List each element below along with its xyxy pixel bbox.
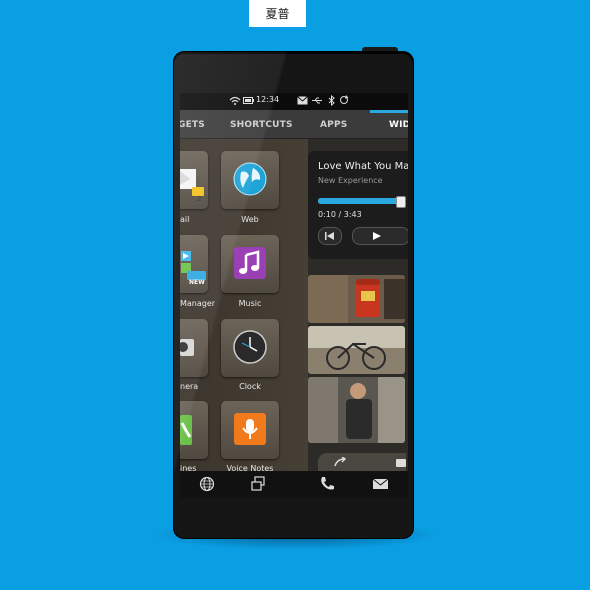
music-subtitle: New Experience xyxy=(318,176,383,185)
battery-icon xyxy=(243,97,254,104)
app-grid: 2 ail Web NEW Manager Music nera Clock i… xyxy=(180,139,308,473)
phone-screen: 12:34 GETS SHORTCUTS APPS WIDG xyxy=(180,93,408,498)
photo-bicycle-image xyxy=(308,326,405,374)
previous-icon xyxy=(325,232,334,240)
music-title: Love What You Mak xyxy=(318,161,408,172)
manager-badge: NEW xyxy=(189,279,205,286)
photo-mailbox-image xyxy=(308,275,405,323)
app-label-camera: nera xyxy=(180,382,199,391)
tab-indicator xyxy=(370,110,408,113)
microphone-icon xyxy=(234,413,266,445)
previous-button[interactable] xyxy=(318,227,342,245)
sync-icon xyxy=(340,95,349,104)
clock-icon xyxy=(233,330,267,364)
windows-icon[interactable] xyxy=(250,476,268,492)
app-label-email: ail xyxy=(180,215,190,224)
app-phone[interactable] xyxy=(180,401,208,459)
globe-icon[interactable] xyxy=(198,476,216,492)
photo-person-image xyxy=(308,377,405,443)
envelope-icon[interactable] xyxy=(372,476,390,492)
music-progress-track[interactable] xyxy=(318,196,406,208)
wifi-icon xyxy=(229,96,241,105)
tab-widgets-left[interactable]: GETS xyxy=(180,110,205,138)
tab-bar: GETS SHORTCUTS APPS WIDG xyxy=(180,110,408,139)
app-music[interactable] xyxy=(221,235,279,293)
page-label: 夏普 xyxy=(249,0,306,27)
share-icon[interactable] xyxy=(334,457,346,467)
phone-icon[interactable] xyxy=(318,476,336,492)
tab-apps[interactable]: APPS xyxy=(320,110,347,138)
app-manager-icon xyxy=(181,251,206,280)
widgets-panel: Love What You Mak New Experience 0:10 / … xyxy=(308,139,408,471)
camera-small-icon[interactable] xyxy=(396,457,406,467)
play-icon xyxy=(373,232,381,240)
photo-thumbnail[interactable] xyxy=(308,377,405,443)
status-bar: 12:34 xyxy=(180,93,408,110)
music-widget: Love What You Mak New Experience 0:10 / … xyxy=(308,151,408,259)
email-badge: 2 xyxy=(197,195,202,203)
usb-icon xyxy=(312,97,322,104)
globe-icon xyxy=(233,162,267,196)
app-label-web: Web xyxy=(241,215,259,224)
music-note-icon xyxy=(234,247,266,279)
music-progress-thumb[interactable] xyxy=(396,196,406,208)
app-voice-notes[interactable] xyxy=(221,401,279,459)
play-button[interactable] xyxy=(352,227,408,245)
photo-thumbnail[interactable] xyxy=(308,275,405,323)
phone-icon xyxy=(180,415,192,445)
email-icon xyxy=(180,169,204,196)
app-email[interactable]: 2 xyxy=(180,151,208,209)
tab-widgets[interactable]: WIDG xyxy=(389,110,408,138)
camera-icon xyxy=(180,339,194,356)
app-web[interactable] xyxy=(221,151,279,209)
tab-shortcuts[interactable]: SHORTCUTS xyxy=(230,110,293,138)
app-label-clock: Clock xyxy=(239,382,261,391)
status-time: 12:34 xyxy=(256,95,280,104)
widget-actions-strip xyxy=(318,453,406,471)
app-manager[interactable]: NEW xyxy=(180,235,208,293)
mail-icon xyxy=(297,96,308,105)
bluetooth-icon xyxy=(328,95,335,106)
music-time: 0:10 / 3:43 xyxy=(318,210,362,219)
music-progress-fill xyxy=(318,198,398,204)
app-label-music: Music xyxy=(238,299,262,308)
app-clock[interactable] xyxy=(221,319,279,377)
photo-thumbnail[interactable] xyxy=(308,326,405,374)
dock xyxy=(180,471,408,498)
app-camera[interactable] xyxy=(180,319,208,377)
